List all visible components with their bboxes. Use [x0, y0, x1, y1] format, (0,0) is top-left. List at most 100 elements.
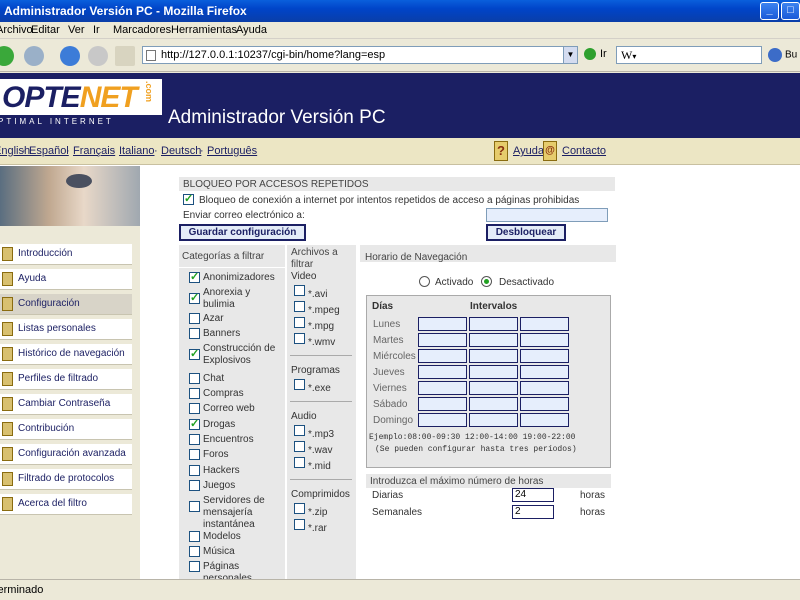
category-checkbox[interactable]	[189, 373, 200, 384]
interval-input[interactable]	[469, 349, 518, 363]
sidebar-item-cambiar-contrasena[interactable]: Cambiar Contraseña	[0, 394, 132, 415]
category-checkbox[interactable]	[189, 561, 200, 572]
menu-ver[interactable]: Ver	[68, 24, 85, 36]
forward-arrow-icon[interactable]	[24, 46, 44, 66]
sidebar-item-config-avanzada[interactable]: Configuración avanzada	[0, 444, 132, 465]
help-link[interactable]: Ayuda	[513, 145, 544, 157]
sidebar-item-acerca[interactable]: Acerca del filtro	[0, 494, 132, 515]
back-arrow-icon[interactable]	[0, 46, 14, 66]
maximize-button[interactable]: □	[781, 2, 800, 20]
reload-icon[interactable]	[60, 46, 80, 66]
day-label: Martes	[373, 335, 404, 346]
category-checkbox[interactable]	[189, 434, 200, 445]
interval-input[interactable]	[418, 413, 467, 427]
lang-portugues[interactable]: Português	[207, 145, 257, 157]
file-group-label: Video	[291, 271, 317, 282]
sidebar-item-perfiles[interactable]: Perfiles de filtrado	[0, 369, 132, 390]
menu-marcadores[interactable]: Marcadores	[113, 24, 171, 36]
interval-input[interactable]	[520, 381, 569, 395]
interval-input[interactable]	[520, 397, 569, 411]
interval-input[interactable]	[520, 365, 569, 379]
file-type-checkbox[interactable]	[294, 519, 305, 530]
menu-archivo[interactable]: Archivo	[0, 24, 33, 36]
unlock-button[interactable]: Desbloquear	[486, 224, 566, 241]
hours-weekly-input[interactable]: 2	[512, 505, 554, 519]
schedule-deactivated-radio[interactable]	[481, 276, 492, 287]
hours-daily-input[interactable]: 24	[512, 488, 554, 502]
search-input[interactable]: W▾	[616, 46, 762, 64]
file-type-checkbox[interactable]	[294, 333, 305, 344]
sidebar-item-contribucion[interactable]: Contribución	[0, 419, 132, 440]
menu-ayuda[interactable]: Ayuda	[236, 24, 267, 36]
category-checkbox[interactable]	[189, 388, 200, 399]
sidebar-item-introduccion[interactable]: Introducción	[0, 244, 132, 265]
interval-input[interactable]	[469, 317, 518, 331]
interval-input[interactable]	[520, 333, 569, 347]
interval-input[interactable]	[469, 413, 518, 427]
contact-link[interactable]: Contacto	[562, 145, 606, 157]
interval-input[interactable]	[469, 381, 518, 395]
file-type-checkbox[interactable]	[294, 441, 305, 452]
file-type-checkbox[interactable]	[294, 285, 305, 296]
interval-input[interactable]	[469, 365, 518, 379]
chevron-down-icon[interactable]: ▼	[563, 47, 577, 63]
category-checkbox[interactable]	[189, 270, 200, 283]
file-type-checkbox[interactable]	[294, 457, 305, 468]
day-label: Viernes	[373, 383, 407, 394]
minimize-button[interactable]: _	[760, 2, 779, 20]
file-type-checkbox[interactable]	[294, 301, 305, 312]
url-input[interactable]: http://127.0.0.1:10237/cgi-bin/home?lang…	[142, 46, 578, 64]
file-type-checkbox[interactable]	[294, 425, 305, 436]
file-type-checkbox[interactable]	[294, 503, 305, 514]
sidebar-item-historico[interactable]: Histórico de navegación	[0, 344, 132, 365]
lang-italiano[interactable]: Italiano	[119, 145, 154, 157]
help-icon[interactable]: ?	[494, 141, 508, 161]
search-button[interactable]: Bu	[768, 48, 797, 62]
email-field[interactable]	[486, 208, 608, 222]
lang-espanol[interactable]: Español	[29, 145, 69, 157]
sidebar-item-filtrado-protocolos[interactable]: Filtrado de protocolos	[0, 469, 132, 490]
sidebar-item-configuracion[interactable]: Configuración	[0, 294, 132, 315]
interval-input[interactable]	[520, 317, 569, 331]
interval-input[interactable]	[418, 317, 467, 331]
block-checkbox[interactable]	[183, 192, 194, 205]
interval-input[interactable]	[520, 349, 569, 363]
category-checkbox[interactable]	[189, 531, 200, 542]
category-checkbox[interactable]	[189, 501, 200, 512]
interval-input[interactable]	[418, 349, 467, 363]
interval-input[interactable]	[469, 333, 518, 347]
sidebar-item-listas-personales[interactable]: Listas personales	[0, 319, 132, 340]
menu-editar[interactable]: Editar	[31, 24, 60, 36]
file-type-checkbox[interactable]	[294, 379, 305, 390]
category-checkbox[interactable]	[189, 347, 200, 360]
interval-input[interactable]	[418, 365, 467, 379]
lang-francais[interactable]: Français	[73, 145, 115, 157]
category-checkbox[interactable]	[189, 546, 200, 557]
interval-input[interactable]	[469, 397, 518, 411]
interval-input[interactable]	[520, 413, 569, 427]
menu-herramientas[interactable]: Herramientas	[171, 24, 237, 36]
category-checkbox[interactable]	[189, 449, 200, 460]
category-checkbox[interactable]	[189, 328, 200, 339]
interval-input[interactable]	[418, 333, 467, 347]
interval-input[interactable]	[418, 397, 467, 411]
home-icon[interactable]	[115, 46, 135, 66]
lang-deutsch[interactable]: Deutsch	[161, 145, 201, 157]
schedule-activated-radio[interactable]	[419, 276, 430, 287]
category-label: Música	[203, 546, 235, 557]
menu-ir[interactable]: Ir	[93, 24, 100, 36]
save-config-button[interactable]: Guardar configuración	[179, 224, 306, 241]
go-button[interactable]: Ir	[584, 48, 607, 61]
sidebar-item-ayuda[interactable]: Ayuda	[0, 269, 132, 290]
category-checkbox[interactable]	[189, 465, 200, 476]
category-checkbox[interactable]	[189, 313, 200, 324]
interval-input[interactable]	[418, 381, 467, 395]
contact-icon[interactable]: @	[543, 141, 557, 161]
category-checkbox[interactable]	[189, 403, 200, 414]
stop-icon[interactable]	[88, 46, 108, 66]
file-type-checkbox[interactable]	[294, 317, 305, 328]
category-checkbox[interactable]	[189, 417, 200, 430]
files-panel: Archivos a filtrar Video *.avi *.mpeg *.mpg…	[287, 245, 356, 579]
category-checkbox[interactable]	[189, 291, 200, 304]
category-checkbox[interactable]	[189, 480, 200, 491]
